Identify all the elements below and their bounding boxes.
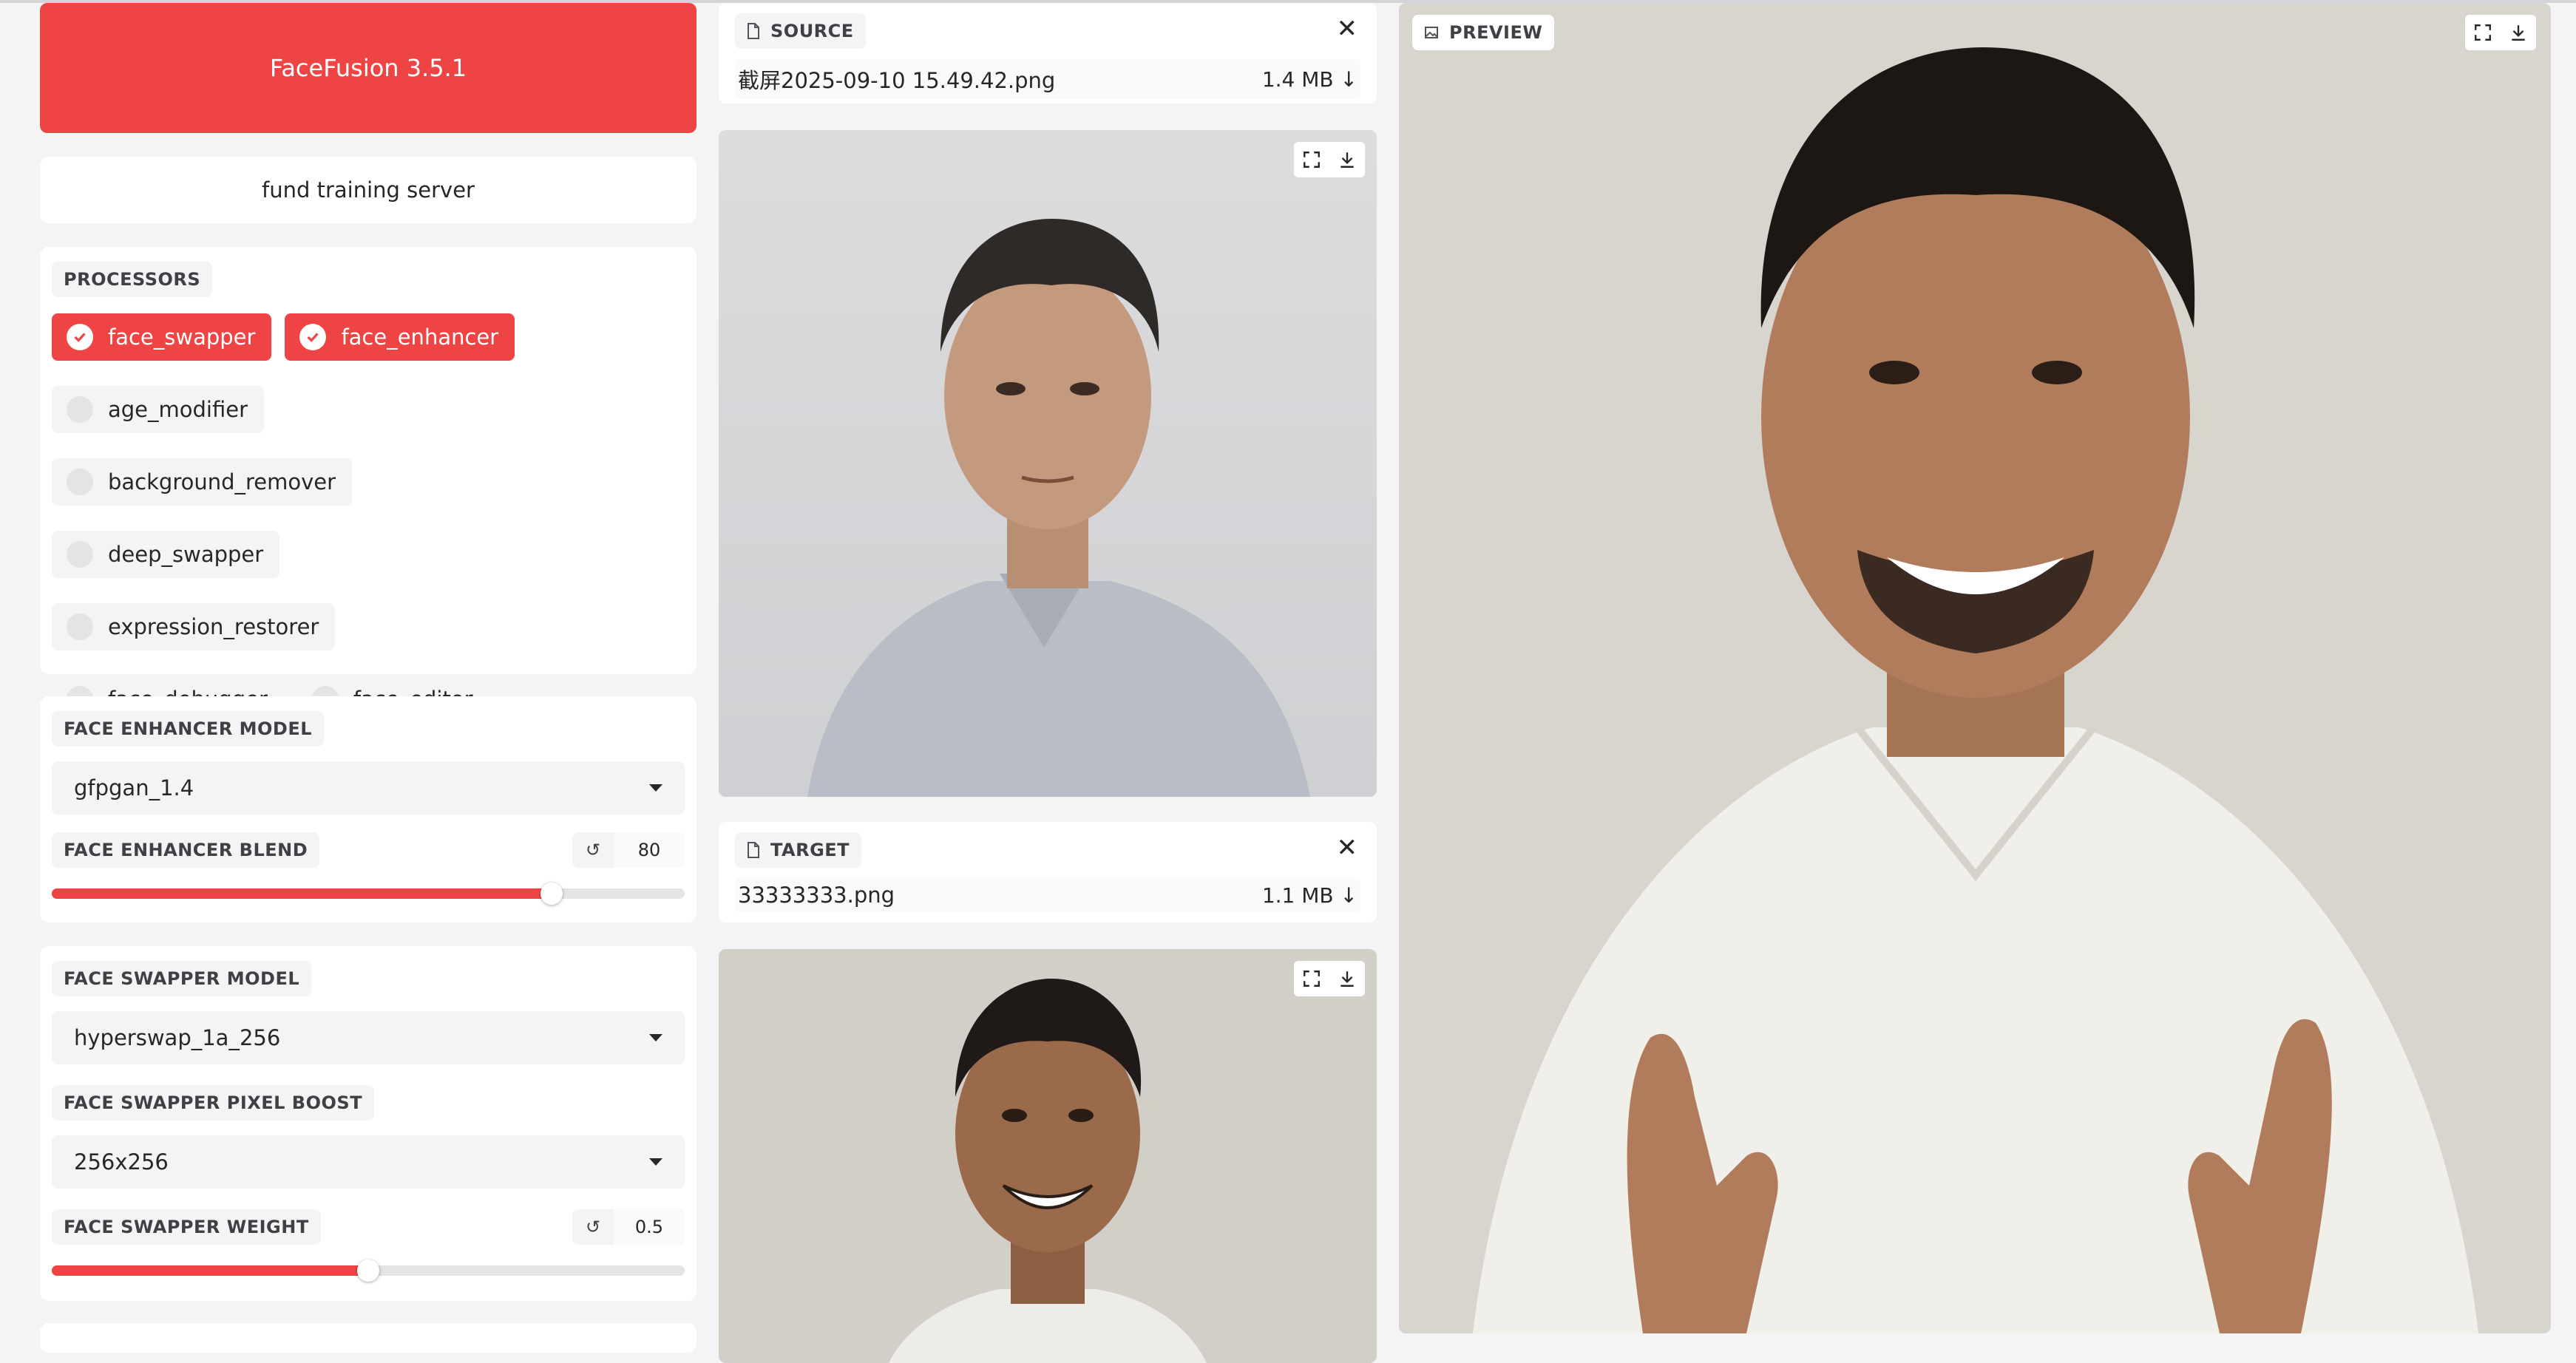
face-enhancer-model-label: FACE ENHANCER MODEL <box>52 711 325 747</box>
face-swapper-model-select[interactable]: hyperswap_1a_256 <box>52 1011 685 1064</box>
fullscreen-icon[interactable] <box>1294 142 1329 177</box>
target-label-tag: TARGET <box>735 832 862 868</box>
processor-chip-age-modifier[interactable]: age_modifier <box>52 386 265 433</box>
reset-icon[interactable]: ↺ <box>572 1217 614 1237</box>
target-label: TARGET <box>770 840 850 860</box>
processors-panel: PROCESSORS face_swapper face_enhancer age_… <box>40 247 696 868</box>
processor-chip-label: face_enhancer <box>341 324 499 350</box>
checkbox-checked-icon[interactable] <box>67 324 93 350</box>
processor-chip-face-enhancer[interactable]: face_enhancer <box>285 313 515 361</box>
left-column: FaceFusion 3.5.1 fund training server PR… <box>40 3 696 1353</box>
checkbox-checked-icon[interactable] <box>299 324 327 350</box>
source-portrait-image <box>719 130 1377 797</box>
target-file-box: TARGET ✕ 33333333.png 1.1 MB ↓ <box>719 822 1377 922</box>
target-filename: 33333333.png <box>738 883 895 908</box>
slider-fill <box>52 1265 368 1276</box>
preview-label-tag: PREVIEW <box>1412 15 1555 50</box>
fullscreen-icon[interactable] <box>1294 961 1329 996</box>
image-icon <box>1425 27 1438 38</box>
processor-chip-label: age_modifier <box>108 397 248 422</box>
face-swapper-weight-label: FACE SWAPPER WEIGHT <box>52 1209 321 1245</box>
download-icon[interactable] <box>2501 15 2536 50</box>
face-swapper-pixel-boost-select[interactable]: 256x256 <box>52 1135 685 1189</box>
face-enhancer-model-select[interactable]: gfpgan_1.4 <box>52 761 685 815</box>
preview-toolbar <box>2465 15 2536 50</box>
checkbox-icon[interactable] <box>67 541 93 568</box>
processor-chip-label: expression_restorer <box>108 614 319 639</box>
chevron-down-icon <box>649 1158 662 1166</box>
source-filesize[interactable]: 1.4 MB ↓ <box>1262 67 1358 92</box>
chevron-down-icon <box>649 784 662 792</box>
checkbox-icon[interactable] <box>67 613 93 640</box>
preview-image <box>1399 3 2551 1333</box>
server-label: fund training server <box>40 157 696 223</box>
slider-thumb[interactable] <box>357 1260 379 1282</box>
source-label-tag: SOURCE <box>735 13 866 49</box>
close-icon[interactable]: ✕ <box>1337 835 1358 860</box>
slider-thumb[interactable] <box>540 883 563 905</box>
processor-chip-background-remover[interactable]: background_remover <box>52 458 353 506</box>
source-image <box>719 130 1377 797</box>
source-filename: 截屏2025-09-10 15.49.42.png <box>738 68 1056 93</box>
source-file-box: SOURCE ✕ 截屏2025-09-10 15.49.42.png 1.4 M… <box>719 3 1377 103</box>
face-swapper-pixel-boost-label: FACE SWAPPER PIXEL BOOST <box>52 1085 375 1121</box>
checkbox-icon[interactable] <box>67 396 93 423</box>
face-enhancer-blend-slider[interactable] <box>52 883 685 905</box>
processor-chip-deep-swapper[interactable]: deep_swapper <box>52 531 280 578</box>
face-swapper-pixel-boost-value: 256x256 <box>74 1149 169 1175</box>
processor-chip-label: background_remover <box>108 469 336 494</box>
preview-label: PREVIEW <box>1449 22 1543 43</box>
face-enhancer-panel: FACE ENHANCER MODEL gfpgan_1.4 FACE ENHA… <box>40 696 696 922</box>
face-swapper-model-value: hyperswap_1a_256 <box>74 1025 281 1050</box>
file-icon <box>748 23 759 39</box>
face-swapper-weight-number: ↺ 0.5 <box>572 1209 685 1245</box>
next-panel <box>40 1323 696 1353</box>
processor-chip-expression-restorer[interactable]: expression_restorer <box>52 603 336 650</box>
download-icon[interactable] <box>1329 961 1365 996</box>
face-swapper-model-label: FACE SWAPPER MODEL <box>52 961 312 996</box>
chevron-down-icon <box>649 1034 662 1041</box>
download-icon[interactable] <box>1329 142 1365 177</box>
slider-fill <box>52 888 552 899</box>
face-enhancer-blend-number: ↺ 80 <box>572 832 685 868</box>
middle-column: SOURCE ✕ 截屏2025-09-10 15.49.42.png 1.4 M… <box>719 3 1377 1363</box>
target-file-row[interactable]: 33333333.png 1.1 MB ↓ <box>735 878 1360 912</box>
processors-label: PROCESSORS <box>52 262 213 297</box>
face-swapper-panel: FACE SWAPPER MODEL hyperswap_1a_256 FACE… <box>40 946 696 1301</box>
face-swapper-weight-input[interactable]: 0.5 <box>614 1209 685 1245</box>
source-label: SOURCE <box>770 21 854 41</box>
target-image <box>719 949 1377 1363</box>
close-icon[interactable]: ✕ <box>1337 16 1358 41</box>
processor-chip-label: deep_swapper <box>108 542 264 567</box>
preview-panel: PREVIEW <box>1399 3 2551 1333</box>
reset-icon[interactable]: ↺ <box>572 840 614 860</box>
source-file-row[interactable]: 截屏2025-09-10 15.49.42.png 1.4 MB ↓ <box>735 59 1360 99</box>
target-image-toolbar <box>1294 961 1365 996</box>
face-enhancer-blend-label: FACE ENHANCER BLEND <box>52 832 320 868</box>
processor-chip-label: face_swapper <box>108 324 256 350</box>
target-portrait-image <box>719 949 1377 1363</box>
file-icon <box>748 842 759 858</box>
checkbox-icon[interactable] <box>67 469 93 495</box>
face-enhancer-model-value: gfpgan_1.4 <box>74 775 194 801</box>
fullscreen-icon[interactable] <box>2465 15 2501 50</box>
target-filesize[interactable]: 1.1 MB ↓ <box>1262 883 1358 908</box>
app-title: FaceFusion 3.5.1 <box>40 3 696 133</box>
processor-chip-face-swapper[interactable]: face_swapper <box>52 313 272 361</box>
face-swapper-weight-slider[interactable] <box>52 1260 685 1282</box>
face-enhancer-blend-input[interactable]: 80 <box>614 832 685 868</box>
source-image-toolbar <box>1294 142 1365 177</box>
